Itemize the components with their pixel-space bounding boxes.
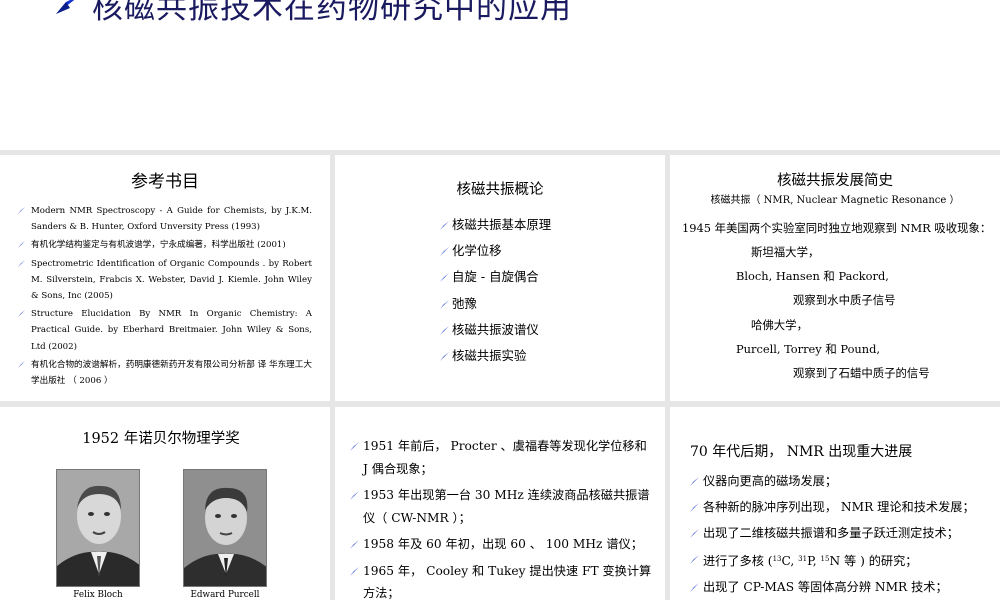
- list-item: 1953 年出现第一台 30 MHz 连续波商品核磁共振谱仪（ CW-NMR ）…: [349, 484, 653, 529]
- milestones-list: 1951 年前后， Procter 、虞福春等发现化学位移和 J 偶合现象； 1…: [349, 435, 653, 600]
- list-item: 核磁共振实验: [440, 343, 551, 369]
- history-subtitle: 核磁共振（ NMR, Nuclear Magnetic Resonance ）: [710, 195, 960, 206]
- arrow-bullet-icon: [350, 491, 359, 500]
- arrow-bullet-icon: [18, 207, 25, 214]
- arrow-bullet-icon: [350, 442, 359, 451]
- list-item: 1951 年前后， Procter 、虞福春等发现化学位移和 J 偶合现象；: [349, 435, 653, 480]
- seventies-title: 70 年代后期， NMR 出现重大进展: [690, 444, 913, 460]
- overview-title: 核磁共振概论: [456, 182, 544, 198]
- list-item: 有机化合物的波谱解析，药明康德新药开发有限公司分析部 译 华东理工大学出版社 （…: [18, 357, 312, 389]
- references-list: Modern NMR Spectroscopy - A Guide for Ch…: [18, 203, 312, 391]
- history-line: 观察到了石蜡中质子的信号: [793, 366, 930, 380]
- slide-title: 核磁共振技术在药物研究中的应用: [92, 0, 572, 26]
- portrait-icon: [57, 470, 139, 586]
- photo-caption: Felix Bloch: [73, 590, 123, 600]
- slide-header: 核磁共振技术在药物研究中的应用: [0, 0, 1000, 150]
- portrait-photo: [56, 469, 140, 587]
- references-title: 参考书目: [131, 172, 199, 192]
- milestones-panel: 1951 年前后， Procter 、虞福春等发现化学位移和 J 偶合现象； 1…: [335, 407, 665, 600]
- list-item: 各种新的脉冲序列出现， NMR 理论和技术发展；: [690, 494, 990, 520]
- list-item: 出现了 CP-MAS 等固体高分辨 NMR 技术；: [690, 574, 990, 600]
- history-panel: 核磁共振发展简史 核磁共振（ NMR, Nuclear Magnetic Res…: [670, 155, 1000, 401]
- arrow-bullet-icon: [18, 310, 25, 318]
- history-title: 核磁共振发展简史: [777, 173, 893, 189]
- arrow-bullet-icon: [18, 259, 25, 267]
- list-item: 1958 年及 60 年初，出现 60 、 100 MHz 谱仪；: [349, 533, 653, 556]
- list-item: 自旋 - 自旋偶合: [440, 264, 551, 290]
- portrait-icon: [184, 470, 266, 586]
- overview-panel: 核磁共振概论 核磁共振基本原理 化学位移 自旋 - 自旋偶合 弛豫 核磁共振波谱…: [335, 155, 665, 401]
- list-item: 进行了多核 (13C, 31P, 15N 等 ) 的研究；: [690, 546, 990, 574]
- history-line: Purcell, Torrey 和 Pound,: [736, 342, 881, 356]
- arrow-bullet-icon: [440, 299, 449, 309]
- list-item: 核磁共振基本原理: [440, 212, 551, 238]
- list-item: 核磁共振波谱仪: [440, 317, 551, 343]
- arrow-bullet-icon: [350, 540, 359, 549]
- portrait-photo: [183, 469, 267, 587]
- overview-list: 核磁共振基本原理 化学位移 自旋 - 自旋偶合 弛豫 核磁共振波谱仪 核磁共振实…: [440, 212, 551, 369]
- arrow-bullet-icon: [690, 503, 699, 513]
- list-item: 1965 年， Cooley 和 Tukey 提出快速 FT 变换计算方法；: [349, 560, 653, 600]
- list-item: 有机化学结构鉴定与有机波谱学，宁永成编著，科学出版社 (2001): [18, 237, 312, 253]
- seventies-panel: 70 年代后期， NMR 出现重大进展 仪器向更高的磁场发展； 各种新的脉冲序列…: [670, 407, 1000, 600]
- arrow-bullet-icon: [690, 583, 699, 593]
- photo-caption: Edward Purcell: [190, 590, 260, 600]
- history-line: 斯坦福大学，: [751, 245, 820, 259]
- arrow-bullet-icon: [690, 529, 699, 539]
- list-item: Modern NMR Spectroscopy - A Guide for Ch…: [18, 203, 312, 235]
- arrow-bullet-icon: [440, 352, 449, 362]
- arrow-bullet-icon: [440, 247, 449, 257]
- list-item: 弛豫: [440, 291, 551, 317]
- arrow-bullet-icon: [350, 566, 359, 576]
- references-panel: 参考书目 Modern NMR Spectroscopy - A Guide f…: [0, 155, 330, 401]
- nobel-panel: 1952 年诺贝尔物理学奖 Felix Bloch Edward Purcell: [0, 407, 330, 600]
- history-line: 哈佛大学，: [751, 318, 808, 332]
- arrow-bullet-icon: [56, 0, 75, 14]
- list-item: 仪器向更高的磁场发展；: [690, 468, 990, 494]
- arrow-bullet-icon: [440, 325, 449, 335]
- list-item: 出现了二维核磁共振谱和多量子跃迁测定技术；: [690, 520, 990, 546]
- nobel-title: 1952 年诺贝尔物理学奖: [82, 431, 240, 447]
- list-item: 化学位移: [440, 238, 551, 264]
- arrow-bullet-icon: [440, 221, 449, 230]
- arrow-bullet-icon: [690, 477, 699, 486]
- history-line: 观察到水中质子信号: [793, 293, 896, 307]
- seventies-list: 仪器向更高的磁场发展； 各种新的脉冲序列出现， NMR 理论和技术发展； 出现了…: [690, 468, 990, 600]
- arrow-bullet-icon: [18, 360, 25, 368]
- history-line: Bloch, Hansen 和 Packord,: [736, 269, 889, 283]
- list-item: Spectrometric Identification of Organic …: [18, 256, 312, 305]
- arrow-bullet-icon: [18, 241, 25, 249]
- history-line: 1945 年美国两个实验室同时独立地观察到 NMR 吸收现象：: [682, 221, 992, 235]
- arrow-bullet-icon: [440, 273, 449, 283]
- arrow-bullet-icon: [690, 555, 699, 565]
- list-item: Structure Elucidation By NMR In Organic …: [18, 306, 312, 355]
